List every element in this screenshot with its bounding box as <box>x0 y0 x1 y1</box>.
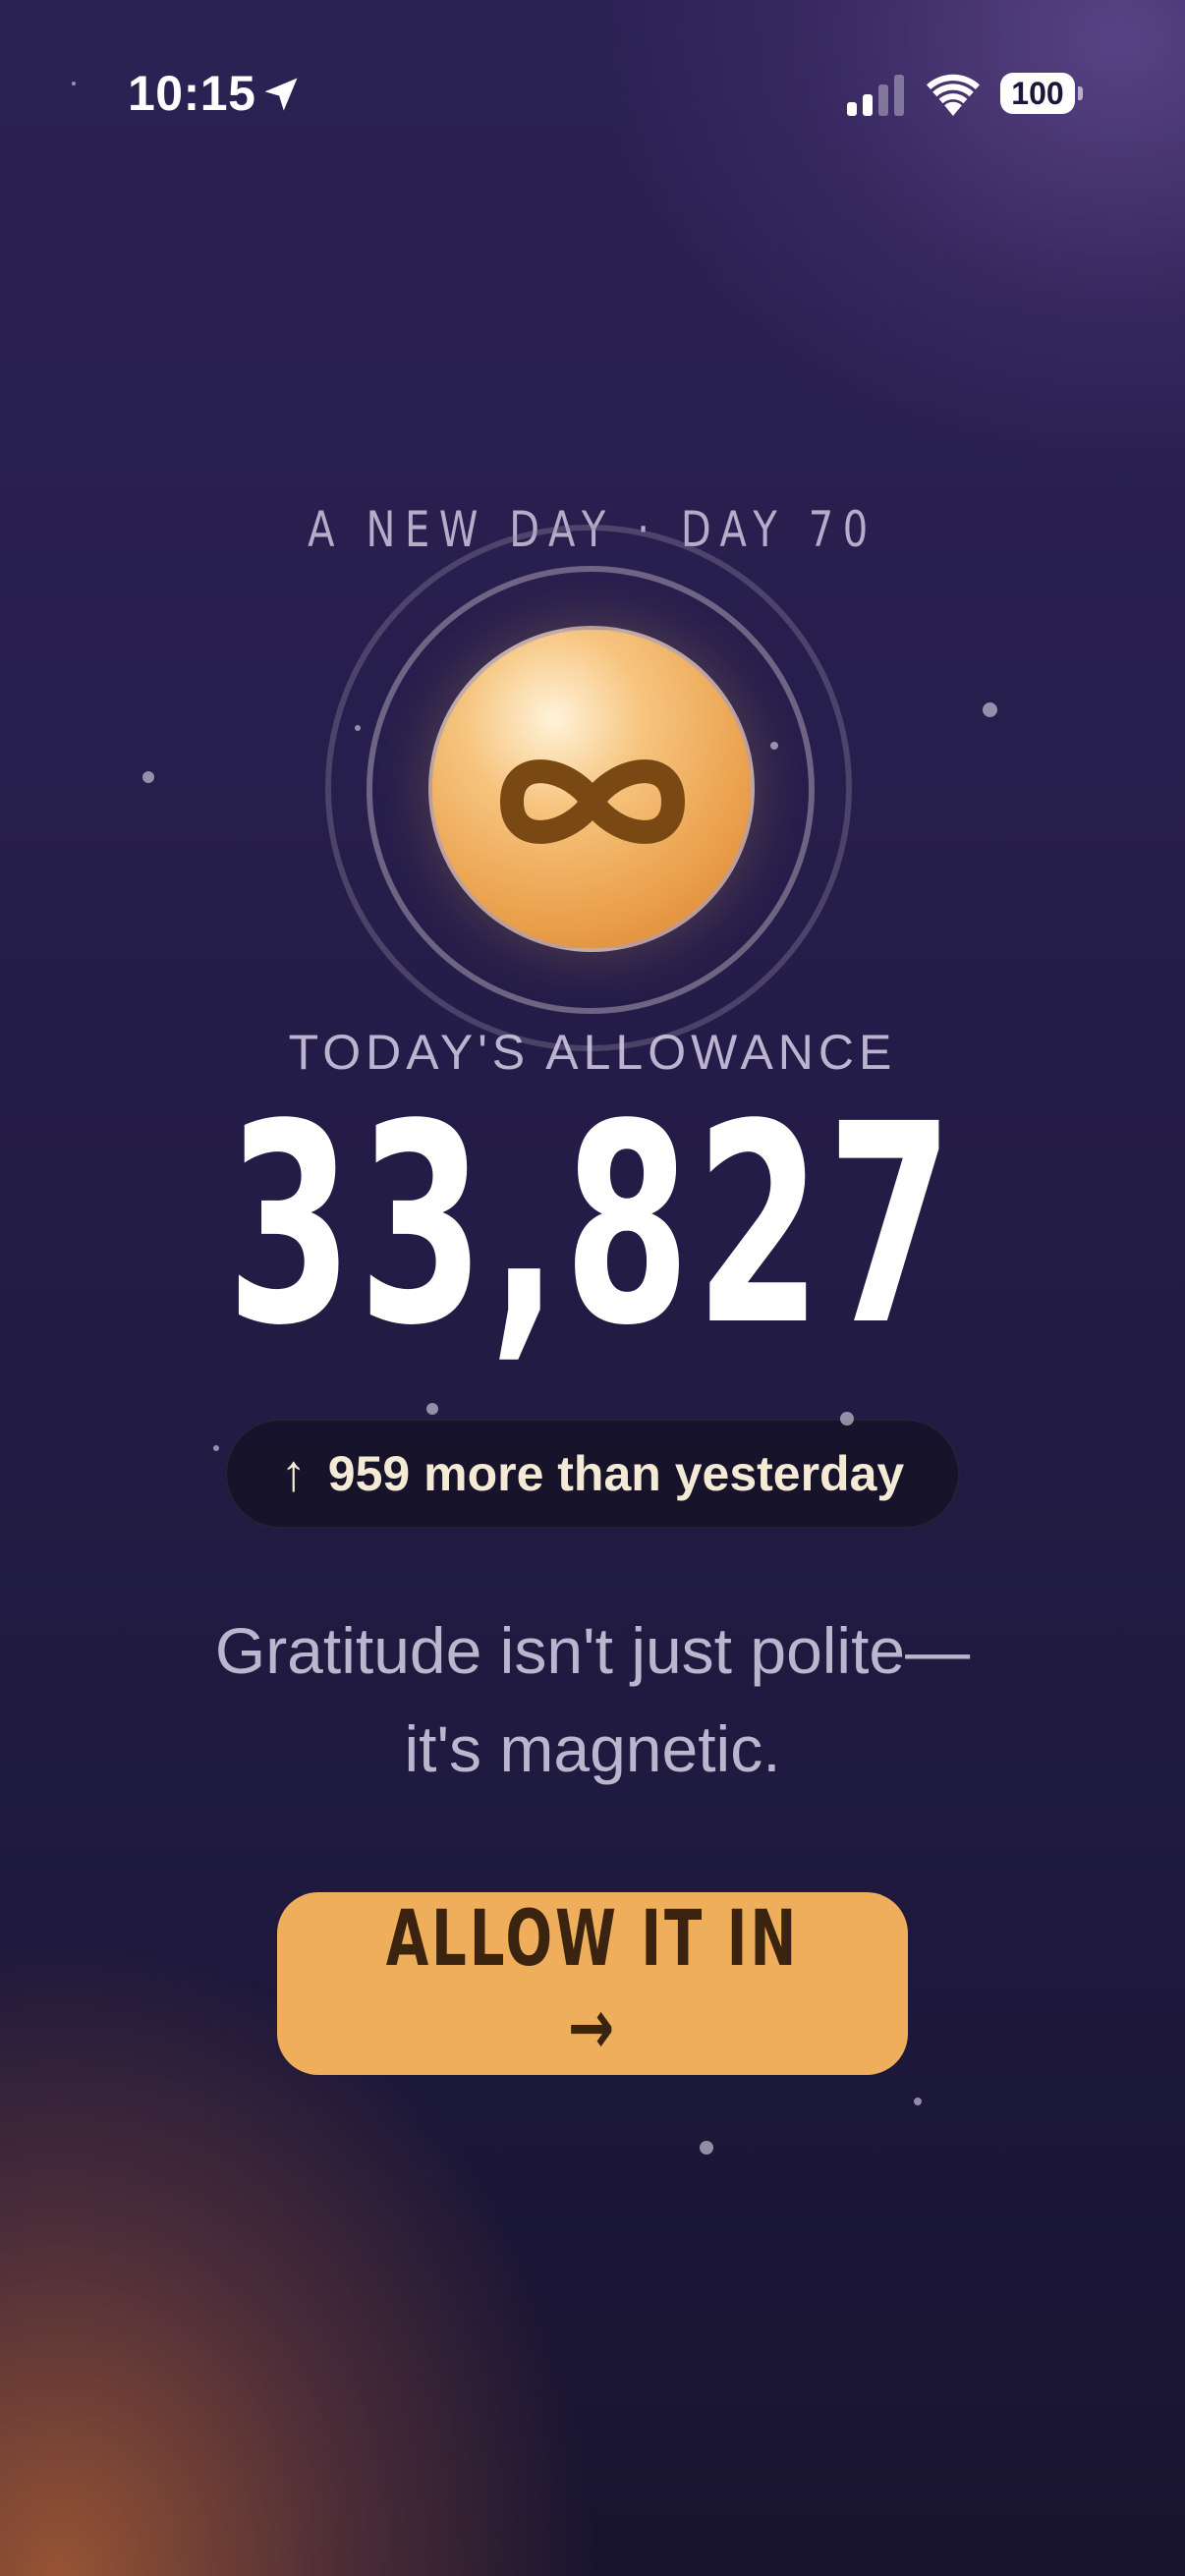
allowance-value: 33,827 <box>226 1066 959 1386</box>
battery-cap <box>1078 86 1083 100</box>
status-bar: 10:15 100 <box>0 0 1185 196</box>
quote-line-2: it's magnetic. <box>404 1712 781 1785</box>
sparkle <box>426 1403 438 1415</box>
change-badge: ↑ 959 more than yesterday <box>225 1419 960 1529</box>
sparkle <box>700 2141 713 2155</box>
sparkle <box>914 2098 922 2105</box>
wifi-icon <box>927 74 980 116</box>
sparkle <box>142 771 154 783</box>
sparkle <box>983 702 997 717</box>
sparkle <box>213 1445 219 1451</box>
sparkle <box>72 82 76 85</box>
infinity-icon <box>500 759 685 844</box>
status-time: 10:15 <box>128 66 256 121</box>
allow-it-in-label: ALLOW IT IN → <box>385 1895 800 2072</box>
battery-icon: 100 <box>1000 73 1075 114</box>
up-arrow-icon: ↑ <box>280 1445 307 1502</box>
cellular-signal-icon <box>847 75 904 116</box>
allow-it-in-button[interactable]: ALLOW IT IN → <box>277 1892 908 2075</box>
sparkle <box>770 742 778 750</box>
sparkle <box>840 1412 854 1426</box>
quote: Gratitude isn't just polite— it's magnet… <box>118 1601 1067 1798</box>
change-text: 959 more than yesterday <box>327 1446 905 1501</box>
location-arrow-icon <box>264 78 298 111</box>
quote-line-1: Gratitude isn't just polite— <box>214 1614 971 1687</box>
sparkle <box>355 725 361 731</box>
